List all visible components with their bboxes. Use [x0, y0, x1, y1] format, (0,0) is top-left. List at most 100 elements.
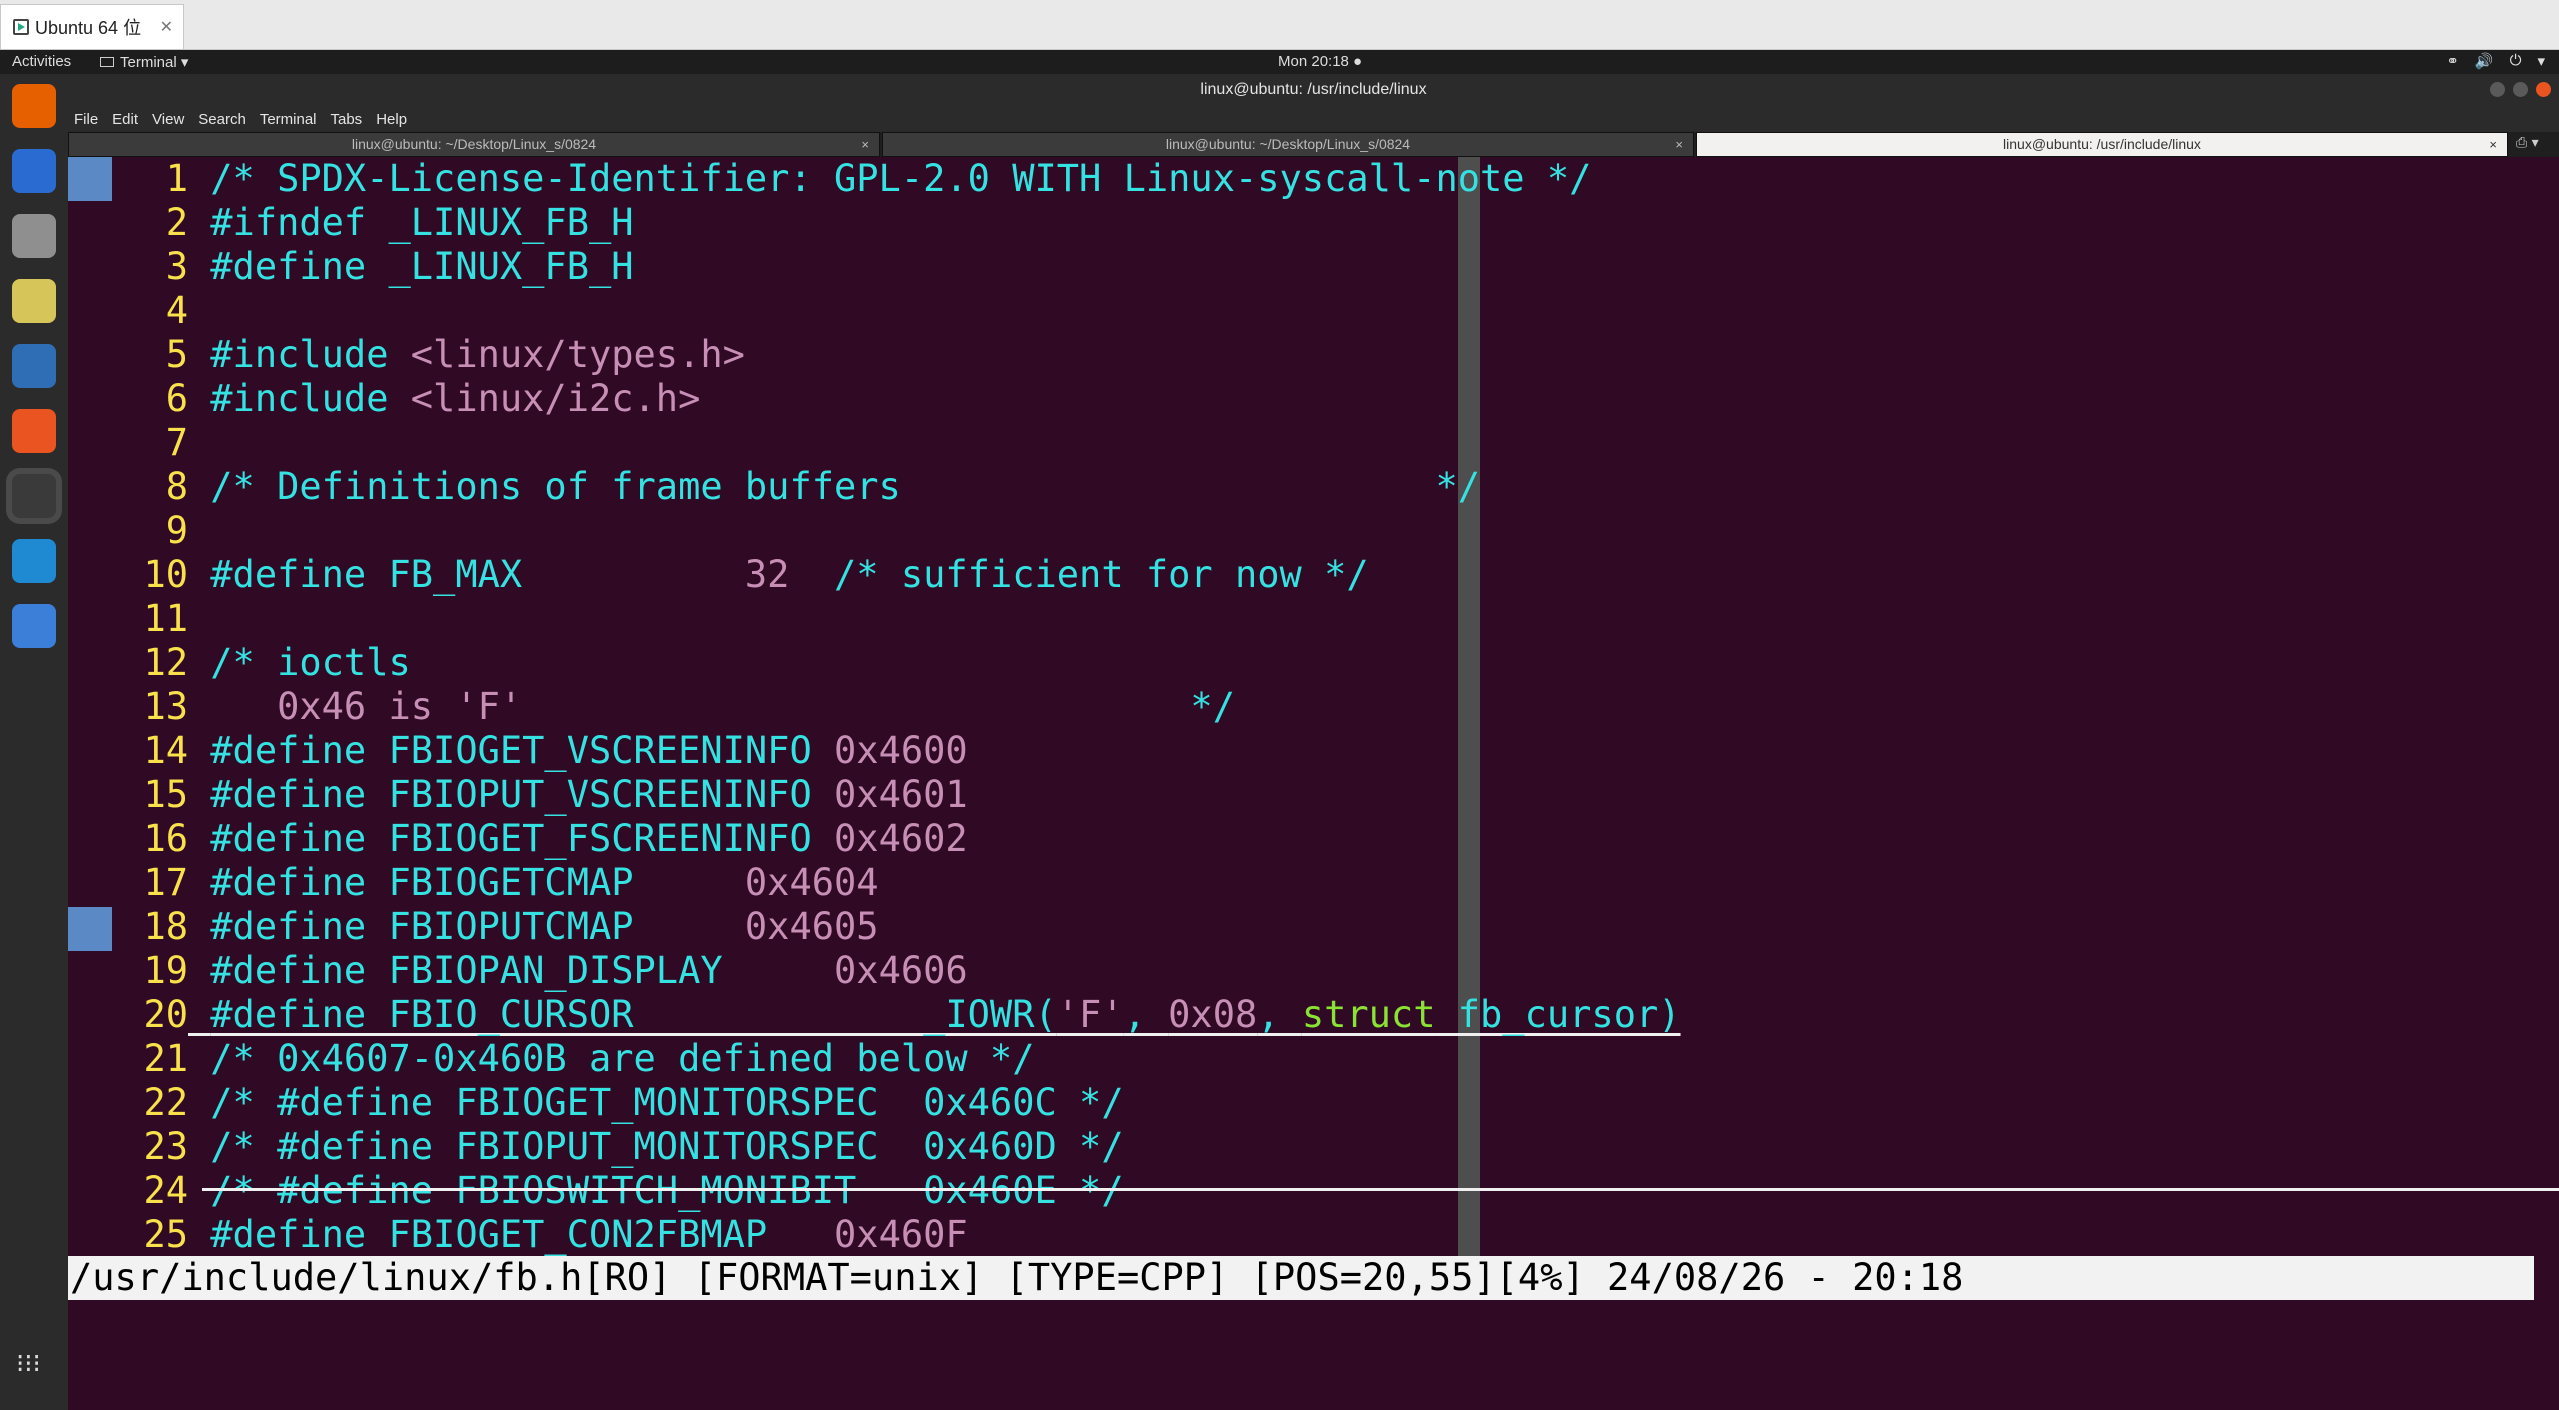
menu-help[interactable]: Help [376, 111, 407, 128]
system-tray[interactable]: ⚭ 🔊 ⏻ ▾ [2446, 52, 2545, 70]
vscode-icon[interactable] [12, 539, 56, 583]
line-number: 4 [165, 289, 188, 332]
terminal-icon[interactable] [12, 474, 56, 518]
show-applications-icon[interactable]: ⁝⁝⁝ [16, 1349, 41, 1379]
code-line: 18 #define FBIOPUTCMAP 0x4605 [112, 905, 879, 949]
code-line: 19 #define FBIOPAN_DISPLAY 0x4606 [112, 949, 967, 993]
activities-button[interactable]: Activities [12, 53, 71, 70]
code-token: /* ioctls [210, 641, 411, 684]
volume-icon[interactable]: 🔊 [2475, 52, 2494, 70]
network-icon[interactable]: ⚭ [2446, 52, 2459, 70]
clock[interactable]: Mon 20:18 ● [1278, 53, 1362, 70]
code-token: /* 0x4607-0x460B are defined below */ [210, 1037, 1035, 1080]
tab-1[interactable]: linux@ubuntu: ~/Desktop/Linux_s/0824 × [68, 132, 880, 157]
line-number: 7 [165, 421, 188, 464]
line-number: 5 [165, 333, 188, 376]
tab-close-icon[interactable]: × [1675, 133, 1683, 156]
code-token: #define FBIOPAN_DISPLAY [210, 949, 835, 992]
maximize-button[interactable] [2513, 82, 2528, 97]
app-menu-button[interactable]: Terminal ▾ [100, 53, 188, 71]
vm-icon [13, 19, 29, 35]
chevron-down-icon[interactable]: ▾ [2537, 52, 2545, 70]
code-line: 9 [112, 509, 210, 553]
tab-2[interactable]: linux@ubuntu: ~/Desktop/Linux_s/0824 × [882, 132, 1694, 157]
tab-close-icon[interactable]: × [861, 133, 869, 156]
code-token: struct [1301, 993, 1436, 1036]
sign-marker [68, 157, 112, 201]
line-number: 11 [143, 597, 188, 640]
code-line: 14 #define FBIOGET_VSCREENINFO 0x4600 [112, 729, 967, 773]
tab-close-icon[interactable]: × [2489, 133, 2497, 156]
line-number: 10 [143, 553, 188, 596]
rhythmbox-icon[interactable] [12, 279, 56, 323]
code-token: fb_cursor) [1435, 993, 1681, 1036]
code-line: 12 /* ioctls [112, 641, 411, 685]
line-number: 8 [165, 465, 188, 508]
line-number: 21 [143, 1037, 188, 1080]
line-number: 9 [165, 509, 188, 552]
menu-file[interactable]: File [74, 111, 98, 128]
tab-label: linux@ubuntu: /usr/include/linux [2003, 136, 2201, 152]
code-token: #define FBIOPUTCMAP [210, 905, 745, 948]
menu-tabs[interactable]: Tabs [331, 111, 363, 128]
line-number: 20 [143, 993, 188, 1036]
vm-tab[interactable]: Ubuntu 64 位 ✕ [0, 4, 184, 49]
code-token: , [1257, 993, 1302, 1036]
window-title: linux@ubuntu: /usr/include/linux [1200, 81, 1427, 98]
code-token: #include [210, 333, 411, 376]
app-menu-label: Terminal ▾ [120, 54, 189, 71]
code-token: /* SPDX-License-Identifier: GPL-2.0 WITH… [210, 157, 1592, 200]
line-number: 17 [143, 861, 188, 904]
code-line: 10 #define FB_MAX 32 /* sufficient for n… [112, 553, 1368, 597]
code-token: #define _LINUX_FB_H [210, 245, 634, 288]
code-token: /* #define FBIOPUT_MONITORSPEC 0x460D */ [210, 1125, 1124, 1168]
code-token: #define FB_MAX [210, 553, 745, 596]
line-number: 18 [143, 905, 188, 948]
code-token: #include [210, 377, 411, 420]
minimize-button[interactable] [2490, 82, 2505, 97]
code-line: 5 #include <linux/types.h> [112, 333, 745, 377]
code-token: #define FBIO_CURSOR _IOWR( [210, 993, 1057, 1036]
new-tab-menu-button[interactable]: ⎙ ▾ [2510, 132, 2545, 157]
code-line: 13 0x46 is 'F' */ [112, 685, 1235, 729]
tab-label: linux@ubuntu: ~/Desktop/Linux_s/0824 [1165, 136, 1411, 152]
tab-3[interactable]: linux@ubuntu: /usr/include/linux × [1696, 132, 2508, 157]
vm-tab-close-icon[interactable]: ✕ [160, 17, 173, 37]
code-token: #define FBIOGET_VSCREENINFO [210, 729, 835, 772]
code-line: 15 #define FBIOPUT_VSCREENINFO 0x4601 [112, 773, 967, 817]
code-token: <linux/i2c.h> [410, 377, 701, 420]
vim-editor[interactable]: 1 /* SPDX-License-Identifier: GPL-2.0 WI… [68, 157, 2559, 1410]
code-token: , [1123, 993, 1169, 1036]
code-line: 1 /* SPDX-License-Identifier: GPL-2.0 WI… [112, 157, 1592, 201]
writer-icon[interactable] [12, 344, 56, 388]
menu-search[interactable]: Search [198, 111, 246, 128]
code-line: 11 [112, 597, 210, 641]
menu-edit[interactable]: Edit [112, 111, 138, 128]
files-icon[interactable] [12, 214, 56, 258]
thunderbird-icon[interactable] [12, 149, 56, 193]
line-number: 1 [165, 157, 188, 200]
code-line: 17 #define FBIOGETCMAP 0x4604 [112, 861, 879, 905]
code-token: 0x4605 [744, 905, 879, 948]
help-icon[interactable] [12, 604, 56, 648]
code-token: 0x08 [1168, 993, 1258, 1036]
code-token: 0x460F [834, 1213, 968, 1256]
menubar: File Edit View Search Terminal Tabs Help [68, 106, 2559, 132]
menu-terminal[interactable]: Terminal [260, 111, 317, 128]
code-token: #ifndef _LINUX_FB_H [210, 201, 634, 244]
code-token: #define FBIOGETCMAP [210, 861, 745, 904]
code-token: 0x4604 [744, 861, 879, 904]
code-token: 32 [744, 553, 790, 596]
close-button[interactable] [2536, 82, 2551, 97]
vm-tab-strip: Ubuntu 64 位 ✕ [0, 0, 2559, 50]
code-line: 2 #ifndef _LINUX_FB_H [112, 201, 634, 245]
code-token: 0x46 is 'F' [210, 685, 523, 728]
line-number: 3 [165, 245, 188, 288]
menu-view[interactable]: View [152, 111, 184, 128]
power-icon[interactable]: ⏻ [2510, 52, 2522, 70]
cursor-line-underline [202, 1188, 2559, 1191]
line-number: 2 [165, 201, 188, 244]
firefox-icon[interactable] [12, 84, 56, 128]
line-number: 13 [143, 685, 188, 728]
software-icon[interactable] [12, 409, 56, 453]
